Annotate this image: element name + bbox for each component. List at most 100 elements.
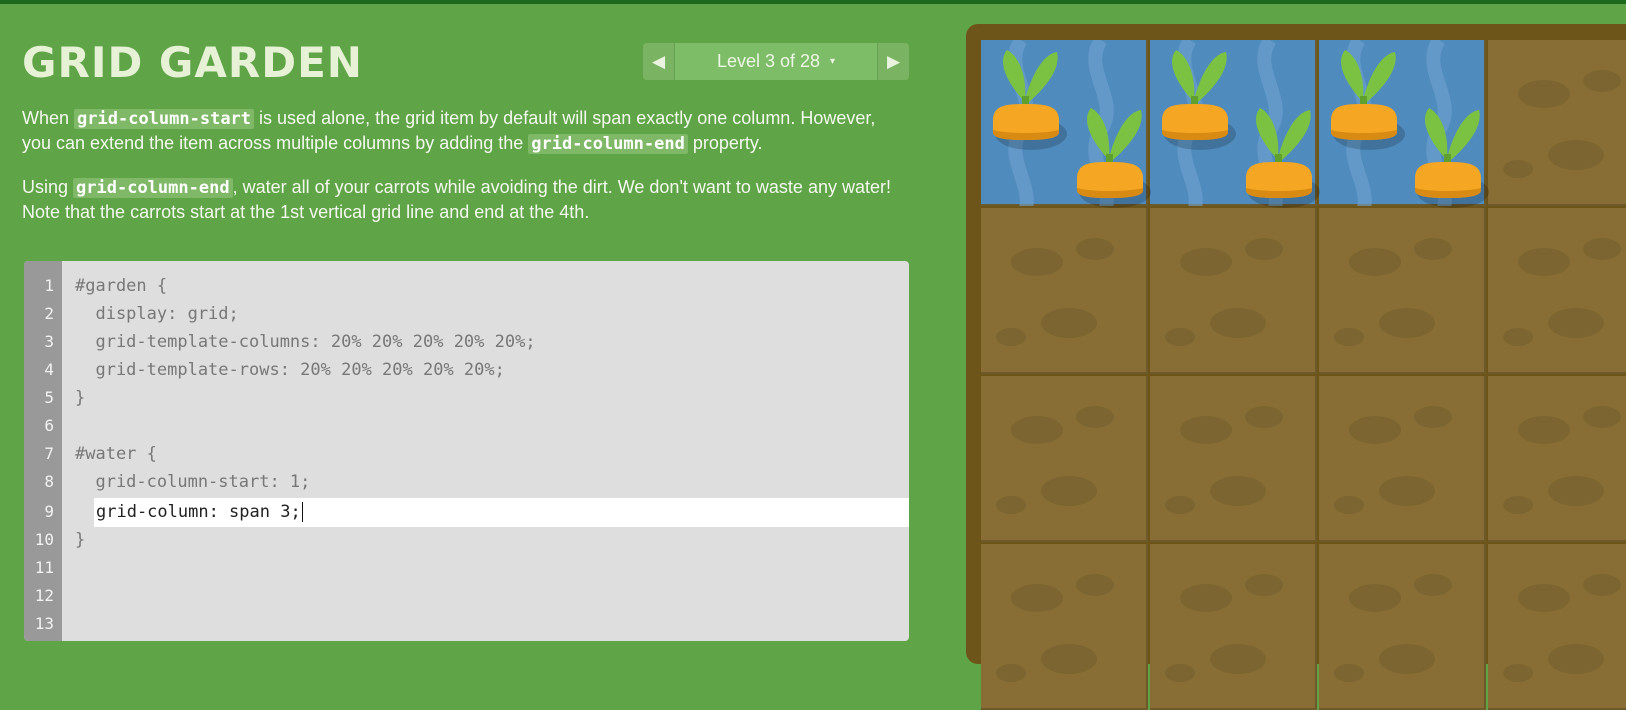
dirt-pebble <box>1548 644 1604 674</box>
dirt-pebble <box>1210 308 1266 338</box>
inline-code: grid-column-end <box>528 134 688 154</box>
dirt-pebble <box>1165 328 1195 346</box>
dirt-pebble <box>1245 574 1283 596</box>
dirt-pebble <box>1076 238 1114 260</box>
dirt-pebble <box>1379 476 1435 506</box>
line-number: 9 <box>44 502 54 521</box>
dirt-pebble <box>1503 496 1533 514</box>
line-number: 4 <box>44 360 54 379</box>
line-number: 8 <box>44 472 54 491</box>
dirt-pebble <box>1518 248 1570 276</box>
dirt-tile <box>1319 544 1486 710</box>
code-editor: 1 2 3 4 5 6 7 8 9 10 11 12 13 #garden { … <box>24 261 909 641</box>
dirt-pebble <box>996 664 1026 682</box>
dirt-pebble <box>1548 476 1604 506</box>
dirt-tile <box>1150 544 1317 710</box>
line-number: 3 <box>44 332 54 351</box>
dirt-pebble <box>1503 160 1533 178</box>
dirt-pebble <box>1334 496 1364 514</box>
dirt-tile <box>981 544 1148 710</box>
next-level-button[interactable]: ▶ <box>877 43 909 80</box>
dirt-pebble <box>1210 476 1266 506</box>
code-line: grid-template-rows: 20% 20% 20% 20% 20%; <box>75 360 505 380</box>
dirt-tile <box>981 208 1148 374</box>
carrot-icon <box>1077 108 1151 208</box>
dirt-pebble <box>1349 416 1401 444</box>
dirt-tile <box>1319 376 1486 542</box>
code-input-value: grid-column: span 3; <box>96 502 301 522</box>
code-line: display: grid; <box>75 304 239 324</box>
level-label: Level 3 of 28 <box>716 51 821 71</box>
dirt-pebble <box>1503 328 1533 346</box>
instructions: When grid-column-start is used alone, th… <box>22 106 902 243</box>
level-indicator[interactable]: Level 3 of 28 ▾ <box>675 43 877 80</box>
instruction-text: When <box>22 108 75 128</box>
dirt-tile <box>1488 40 1626 206</box>
chevron-down-icon: ▾ <box>830 56 836 67</box>
dirt-tile <box>1150 376 1317 542</box>
dirt-pebble <box>1414 574 1452 596</box>
instruction-paragraph: When grid-column-start is used alone, th… <box>22 106 902 156</box>
instruction-text: Using <box>22 177 74 197</box>
code-line: } <box>75 388 86 408</box>
inline-code: grid-column-end <box>73 178 233 198</box>
dirt-pebble <box>1245 238 1283 260</box>
top-strip <box>0 0 1626 4</box>
dirt-pebble <box>1583 70 1621 92</box>
dirt-pebble <box>1076 574 1114 596</box>
garden-board <box>966 24 1626 710</box>
dirt-pebble <box>1180 584 1232 612</box>
dirt-pebble <box>1245 406 1283 428</box>
line-number: 11 <box>34 558 54 577</box>
previous-level-button[interactable]: ◀ <box>643 43 675 80</box>
inline-code: grid-column-start <box>74 109 255 129</box>
dirt-pebble <box>1583 406 1621 428</box>
dirt-pebble <box>1011 416 1063 444</box>
dirt-pebble <box>1011 248 1063 276</box>
carrot-icon <box>1246 108 1320 208</box>
dirt-pebble <box>1414 406 1452 428</box>
dirt-pebble <box>1041 644 1097 674</box>
carrot-icon <box>1162 50 1236 150</box>
triangle-left-icon: ◀ <box>651 51 666 71</box>
dirt-pebble <box>1548 140 1604 170</box>
code-line: #water { <box>75 444 157 464</box>
line-number: 10 <box>34 530 54 549</box>
dirt-pebble <box>996 328 1026 346</box>
dirt-pebble <box>1334 664 1364 682</box>
carrot-icon <box>1415 108 1489 208</box>
line-number-gutter: 1 2 3 4 5 6 7 8 9 10 11 12 13 <box>24 261 62 641</box>
code-line: grid-template-columns: 20% 20% 20% 20% 2… <box>75 332 536 352</box>
instruction-text: property. <box>687 133 763 153</box>
line-number: 13 <box>34 614 54 633</box>
dirt-pebble <box>1165 496 1195 514</box>
dirt-pebble <box>1041 476 1097 506</box>
line-number: 12 <box>34 586 54 605</box>
dirt-pebble <box>1518 584 1570 612</box>
line-number: 7 <box>44 444 54 463</box>
dirt-pebble <box>1518 416 1570 444</box>
text-cursor <box>301 502 303 522</box>
level-navigation: ◀ Level 3 of 28 ▾ ▶ <box>643 43 909 80</box>
dirt-tile <box>1488 208 1626 374</box>
carrot-icon <box>1331 50 1405 150</box>
carrot-icon <box>993 50 1067 150</box>
line-number: 5 <box>44 388 54 407</box>
instruction-paragraph: Using grid-column-end, water all of your… <box>22 175 902 224</box>
dirt-pebble <box>1583 574 1621 596</box>
dirt-pebble <box>1349 248 1401 276</box>
dirt-pebble <box>1076 406 1114 428</box>
dirt-pebble <box>1180 416 1232 444</box>
dirt-pebble <box>1180 248 1232 276</box>
code-line: } <box>75 530 86 550</box>
dirt-pebble <box>1379 644 1435 674</box>
dirt-pebble <box>1011 584 1063 612</box>
dirt-tile <box>1319 208 1486 374</box>
dirt-pebble <box>1548 308 1604 338</box>
css-code-input[interactable]: grid-column: span 3; <box>94 498 909 527</box>
dirt-tile <box>1488 376 1626 542</box>
line-number: 6 <box>44 416 54 435</box>
dirt-tile <box>981 376 1148 542</box>
dirt-pebble <box>1210 644 1266 674</box>
dirt-pebble <box>1334 328 1364 346</box>
